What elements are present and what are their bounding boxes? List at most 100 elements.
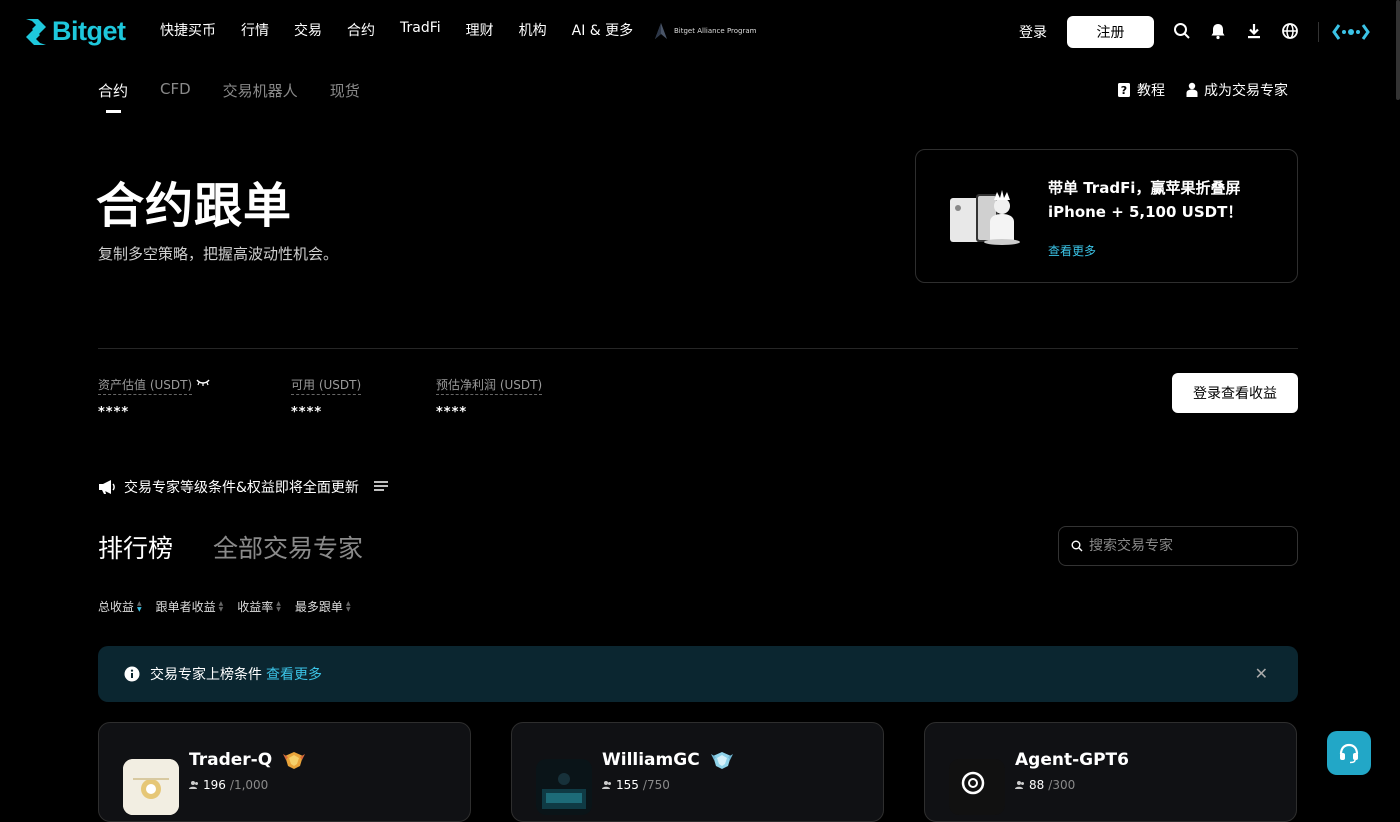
follower-max: /300 — [1048, 778, 1076, 792]
follower-current: 88 — [1029, 778, 1045, 792]
become-expert-link[interactable]: 成为交易专家 — [1186, 80, 1288, 100]
list-icon — [373, 481, 388, 491]
sort-follower-profit[interactable]: 跟单者收益 ▲ ▼ — [156, 598, 224, 615]
sort-arrows-icon: ▲ ▼ — [276, 599, 281, 613]
ranking-criteria-link[interactable]: 查看更多 — [266, 664, 322, 684]
avatar-image — [949, 759, 1005, 815]
alliance-program-label: Bitget Alliance Program — [674, 27, 757, 35]
avatar-image — [123, 759, 179, 815]
close-icon[interactable]: ✕ — [1255, 664, 1268, 683]
eye-closed-icon[interactable] — [196, 378, 210, 386]
top-navbar: Bitget 快捷买币 行情 交易 合约 TradFi 理财 机构 AI & 更… — [0, 0, 1400, 100]
user-icon — [1186, 82, 1198, 97]
ranking-criteria-text: 交易专家上榜条件 — [150, 667, 262, 683]
nav-item-futures[interactable]: 合约 — [347, 20, 375, 40]
sort-total-profit[interactable]: 总收益 ▲ ▼ — [98, 598, 142, 615]
avatar — [123, 759, 179, 815]
sort-options: 总收益 ▲ ▼ 跟单者收益 ▲ ▼ 收益率 ▲ ▼ 最多跟单 ▲ ▼ — [98, 598, 351, 615]
follower-current: 196 — [203, 778, 226, 792]
tab-spot[interactable]: 现货 — [330, 80, 360, 101]
brand-name: Bitget — [52, 16, 126, 46]
sort-label: 收益率 — [237, 600, 274, 614]
search-icon[interactable] — [1173, 22, 1191, 40]
stat-estimated-profit: 预估净利润 (USDT) **** — [436, 374, 543, 420]
page-title: 合约跟单 — [96, 178, 293, 234]
avatar-image — [536, 759, 592, 815]
info-icon — [124, 666, 140, 682]
tab-all-experts[interactable]: 全部交易专家 — [213, 529, 363, 565]
product-tabs: 合约 CFD 交易机器人 现货 — [98, 80, 360, 113]
alliance-logo-icon — [655, 23, 667, 39]
nav-item-trade[interactable]: 交易 — [294, 20, 322, 40]
tab-futures[interactable]: 合约 — [98, 80, 128, 113]
more-menu-icon[interactable] — [1331, 22, 1371, 42]
tab-ranking[interactable]: 排行榜 — [98, 529, 173, 565]
svg-text:?: ? — [1121, 84, 1127, 97]
section-divider — [98, 348, 1298, 349]
sort-roi[interactable]: 收益率 ▲ ▼ — [237, 598, 281, 615]
expert-search-input[interactable] — [1089, 538, 1289, 554]
announcement-banner[interactable]: 交易专家等级条件&权益即将全面更新 — [98, 477, 389, 497]
sort-arrows-icon: ▲ ▼ — [218, 599, 224, 613]
follower-current: 155 — [616, 778, 639, 792]
bell-icon[interactable] — [1209, 22, 1227, 40]
follower-count: 155/750 — [602, 778, 670, 792]
alliance-program-link[interactable]: Bitget Alliance Program — [654, 22, 756, 40]
page-scrollbar[interactable] — [1396, 0, 1400, 100]
sort-most-copied[interactable]: 最多跟单 ▲ ▼ — [295, 598, 351, 615]
customer-support-button[interactable] — [1327, 731, 1371, 775]
trader-card[interactable]: Agent-GPT6 88/300 — [924, 722, 1297, 822]
nav-item-earn[interactable]: 理财 — [466, 20, 494, 40]
sort-label: 总收益 — [98, 600, 135, 614]
bitget-logo[interactable]: Bitget — [24, 16, 126, 47]
users-icon — [1015, 781, 1024, 789]
follower-max: /750 — [642, 778, 670, 792]
nav-item-ai-more[interactable]: AI & 更多 — [572, 20, 634, 40]
trader-name-row: Agent-GPT6 — [1015, 750, 1129, 770]
expert-search-box[interactable] — [1058, 526, 1298, 566]
stat-label-asset-valuation: 资产估值 (USDT) — [98, 376, 193, 395]
iphone-promo-illustration — [950, 190, 1020, 245]
register-button[interactable]: 注册 — [1067, 16, 1154, 48]
nav-divider — [1318, 22, 1319, 42]
follower-count: 196/1,000 — [189, 778, 268, 792]
nav-item-tradfi[interactable]: TradFi — [400, 20, 441, 40]
avatar — [536, 759, 592, 815]
stat-value-estimated-profit: **** — [436, 405, 468, 420]
trader-name: Trader-Q — [189, 750, 273, 770]
tab-trading-bot[interactable]: 交易机器人 — [223, 80, 298, 101]
sort-arrows-icon: ▲ ▼ — [137, 599, 142, 613]
nav-item-institutional[interactable]: 机构 — [519, 20, 547, 40]
trader-card[interactable]: Trader-Q 196/1,000 — [98, 722, 471, 822]
trader-name: WilliamGC — [602, 750, 700, 770]
stat-value-asset-valuation: **** — [98, 405, 130, 420]
become-expert-label: 成为交易专家 — [1204, 83, 1288, 99]
page-subtitle: 复制多空策略，把握高波动性机会。 — [98, 245, 339, 263]
trader-name-row: WilliamGC — [602, 750, 734, 770]
promo-title: 带单 TradFi，赢苹果折叠屏 iPhone + 5,100 USDT！ — [1048, 179, 1243, 221]
login-link[interactable]: 登录 — [1019, 22, 1047, 42]
sort-arrows-icon: ▲ ▼ — [345, 599, 351, 613]
download-icon[interactable] — [1245, 22, 1263, 40]
follower-count: 88/300 — [1015, 778, 1075, 792]
search-icon — [1071, 540, 1083, 552]
tab-cfd[interactable]: CFD — [160, 80, 191, 101]
trader-name: Agent-GPT6 — [1015, 750, 1129, 770]
announcement-text: 交易专家等级条件&权益即将全面更新 — [124, 480, 359, 496]
nav-item-quick-buy[interactable]: 快捷买币 — [160, 20, 216, 40]
avatar — [949, 759, 1005, 815]
tutorial-label: 教程 — [1137, 83, 1165, 99]
users-icon — [602, 781, 611, 789]
trader-card[interactable]: WilliamGC 155/750 — [511, 722, 884, 822]
users-icon — [189, 781, 198, 789]
login-view-earnings-button[interactable]: 登录查看收益 — [1172, 373, 1298, 413]
gold-badge-icon — [283, 752, 306, 769]
globe-icon[interactable] — [1281, 22, 1299, 40]
tutorial-link[interactable]: ? 教程 — [1117, 80, 1165, 100]
nav-item-markets[interactable]: 行情 — [241, 20, 269, 40]
promo-card[interactable]: 带单 TradFi，赢苹果折叠屏 iPhone + 5,100 USDT！ 查看… — [915, 149, 1298, 283]
promo-see-more-link[interactable]: 查看更多 — [1048, 242, 1096, 259]
headset-icon — [1339, 743, 1359, 764]
stat-label-estimated-profit: 预估净利润 (USDT) — [436, 376, 543, 395]
bitget-logo-icon — [26, 18, 46, 45]
